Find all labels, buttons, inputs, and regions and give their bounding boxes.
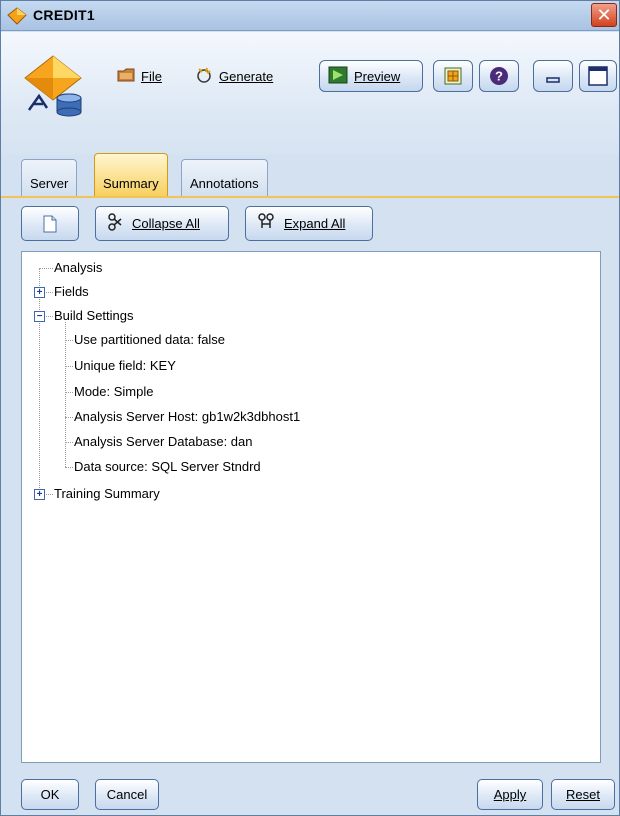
toolbar-area: File Generate Preview ? <box>1 32 619 155</box>
maximize-icon <box>588 66 608 86</box>
collapse-minus-icon[interactable]: − <box>34 311 45 322</box>
minimize-button[interactable] <box>533 60 573 92</box>
title-bar[interactable]: CREDIT1 ✕ <box>1 1 619 31</box>
tree-leaf[interactable]: Mode: Simple <box>74 383 153 401</box>
help-icon: ? <box>490 67 508 85</box>
apply-button[interactable]: Apply <box>477 779 543 810</box>
generate-menu-button[interactable]: Generate <box>187 60 281 92</box>
tree-connector <box>65 467 73 468</box>
tree-leaf[interactable]: Analysis Server Host: gb1w2k3dbhost1 <box>74 408 300 426</box>
minimize-icon <box>546 77 560 83</box>
tree-node-fields[interactable]: Fields <box>54 283 89 301</box>
collapse-all-button[interactable]: Collapse All <box>95 206 229 241</box>
ok-button[interactable]: OK <box>21 779 79 810</box>
table-icon <box>444 67 462 85</box>
expand-icon <box>256 212 276 235</box>
tree-connector <box>65 366 73 367</box>
help-button[interactable]: ? <box>479 60 519 92</box>
summary-tree[interactable]: Analysis + Fields − Build Settings Use p… <box>21 251 601 763</box>
tab-summary[interactable]: Summary <box>94 153 168 197</box>
tab-annotations[interactable]: Annotations <box>181 159 268 197</box>
tree-connector <box>65 340 73 341</box>
generate-icon <box>195 66 213 87</box>
tree-connector <box>65 442 73 443</box>
tree-leaf[interactable]: Data source: SQL Server Stndrd <box>74 458 261 476</box>
file-menu-button[interactable]: File <box>109 60 170 92</box>
tree-leaf[interactable]: Analysis Server Database: dan <box>74 433 252 451</box>
tree-leaf[interactable]: Use partitioned data: false <box>74 331 225 349</box>
tab-strip: Server Summary Annotations <box>1 153 619 197</box>
tree-leaf[interactable]: Unique field: KEY <box>74 357 176 375</box>
dialog-window: CREDIT1 ✕ File Generate Preview ? Server… <box>0 0 620 816</box>
tree-node-analysis[interactable]: Analysis <box>54 259 102 277</box>
tree-node-training-summary[interactable]: Training Summary <box>54 485 160 503</box>
node-diamond-icon <box>7 7 27 25</box>
summary-toolbar: Collapse All Expand All <box>1 199 619 249</box>
maximize-button[interactable] <box>579 60 617 92</box>
close-button[interactable]: ✕ <box>591 3 617 27</box>
tree-branch-line <box>65 322 66 467</box>
copy-button[interactable] <box>21 206 79 241</box>
expand-plus-icon[interactable]: + <box>34 287 45 298</box>
tree-connector <box>65 417 73 418</box>
window-title: CREDIT1 <box>33 7 95 23</box>
tab-underline <box>1 196 619 198</box>
dialog-button-bar: OK Cancel Apply Reset <box>1 769 619 815</box>
svg-text:?: ? <box>495 69 503 84</box>
expand-plus-icon[interactable]: + <box>34 489 45 500</box>
file-icon <box>117 67 135 86</box>
collapse-icon <box>106 212 124 235</box>
expand-all-button[interactable]: Expand All <box>245 206 373 241</box>
output-table-button[interactable] <box>433 60 473 92</box>
tab-server[interactable]: Server <box>21 159 78 197</box>
preview-icon <box>328 66 348 87</box>
cancel-button[interactable]: Cancel <box>95 779 159 810</box>
tree-connector <box>65 392 73 393</box>
preview-button[interactable]: Preview <box>319 60 423 92</box>
reset-button[interactable]: Reset <box>551 779 615 810</box>
model-node-icon <box>24 55 82 117</box>
copy-icon <box>43 215 57 232</box>
tree-connector <box>39 268 53 269</box>
tree-trunk-line <box>39 269 40 496</box>
